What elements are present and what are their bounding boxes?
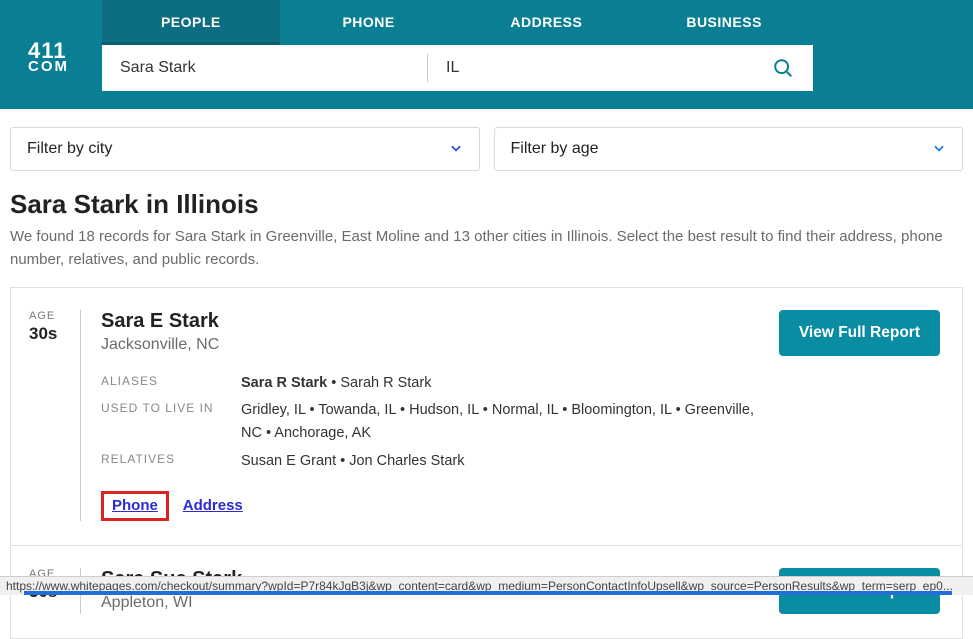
tab-address[interactable]: ADDRESS	[458, 0, 636, 45]
address-link[interactable]: Address	[183, 497, 243, 514]
filters-row: Filter by city Filter by age	[0, 109, 973, 185]
result-name[interactable]: Sara E Stark	[101, 310, 770, 333]
page-title: Sara Stark in Illinois	[0, 185, 973, 226]
search-tabs: PEOPLE PHONE ADDRESS BUSINESS	[102, 0, 813, 45]
age-value: 30s	[29, 324, 70, 344]
relatives-value: Susan E Grant • Jon Charles Stark	[241, 450, 770, 473]
result-location: Appleton, WI	[101, 594, 770, 612]
result-card: AGE 30s Sara E Stark Jacksonville, NC AL…	[11, 288, 962, 546]
header: 411 COM PEOPLE PHONE ADDRESS BUSINESS	[0, 0, 973, 109]
filter-city[interactable]: Filter by city	[10, 127, 480, 171]
lived-in-value: Gridley, IL • Towanda, IL • Hudson, IL •…	[241, 399, 770, 445]
view-full-report-button[interactable]: View Full Report	[779, 310, 940, 356]
logo[interactable]: 411 COM	[0, 0, 102, 73]
search-name-input[interactable]	[102, 45, 427, 91]
tab-phone[interactable]: PHONE	[280, 0, 458, 45]
age-label: AGE	[29, 310, 70, 322]
search-location-input[interactable]	[428, 45, 753, 91]
search-button[interactable]	[753, 45, 813, 91]
relatives-label: RELATIVES	[101, 450, 241, 473]
highlight-box: Phone	[101, 491, 169, 521]
tab-people[interactable]: PEOPLE	[102, 0, 280, 45]
search-icon	[772, 57, 794, 79]
tab-business[interactable]: BUSINESS	[635, 0, 813, 45]
search-bar	[102, 45, 813, 91]
result-location: Jacksonville, NC	[101, 336, 770, 354]
aliases-value: Sara R Stark • Sarah R Stark	[241, 372, 770, 395]
lived-in-label: USED TO LIVE IN	[101, 399, 241, 445]
chevron-down-icon	[449, 141, 463, 158]
phone-link[interactable]: Phone	[112, 497, 158, 514]
aliases-label: ALIASES	[101, 372, 241, 395]
page-subtitle: We found 18 records for Sara Stark in Gr…	[0, 226, 973, 287]
filter-age[interactable]: Filter by age	[494, 127, 964, 171]
chevron-down-icon	[932, 141, 946, 158]
loading-bar	[24, 591, 952, 595]
